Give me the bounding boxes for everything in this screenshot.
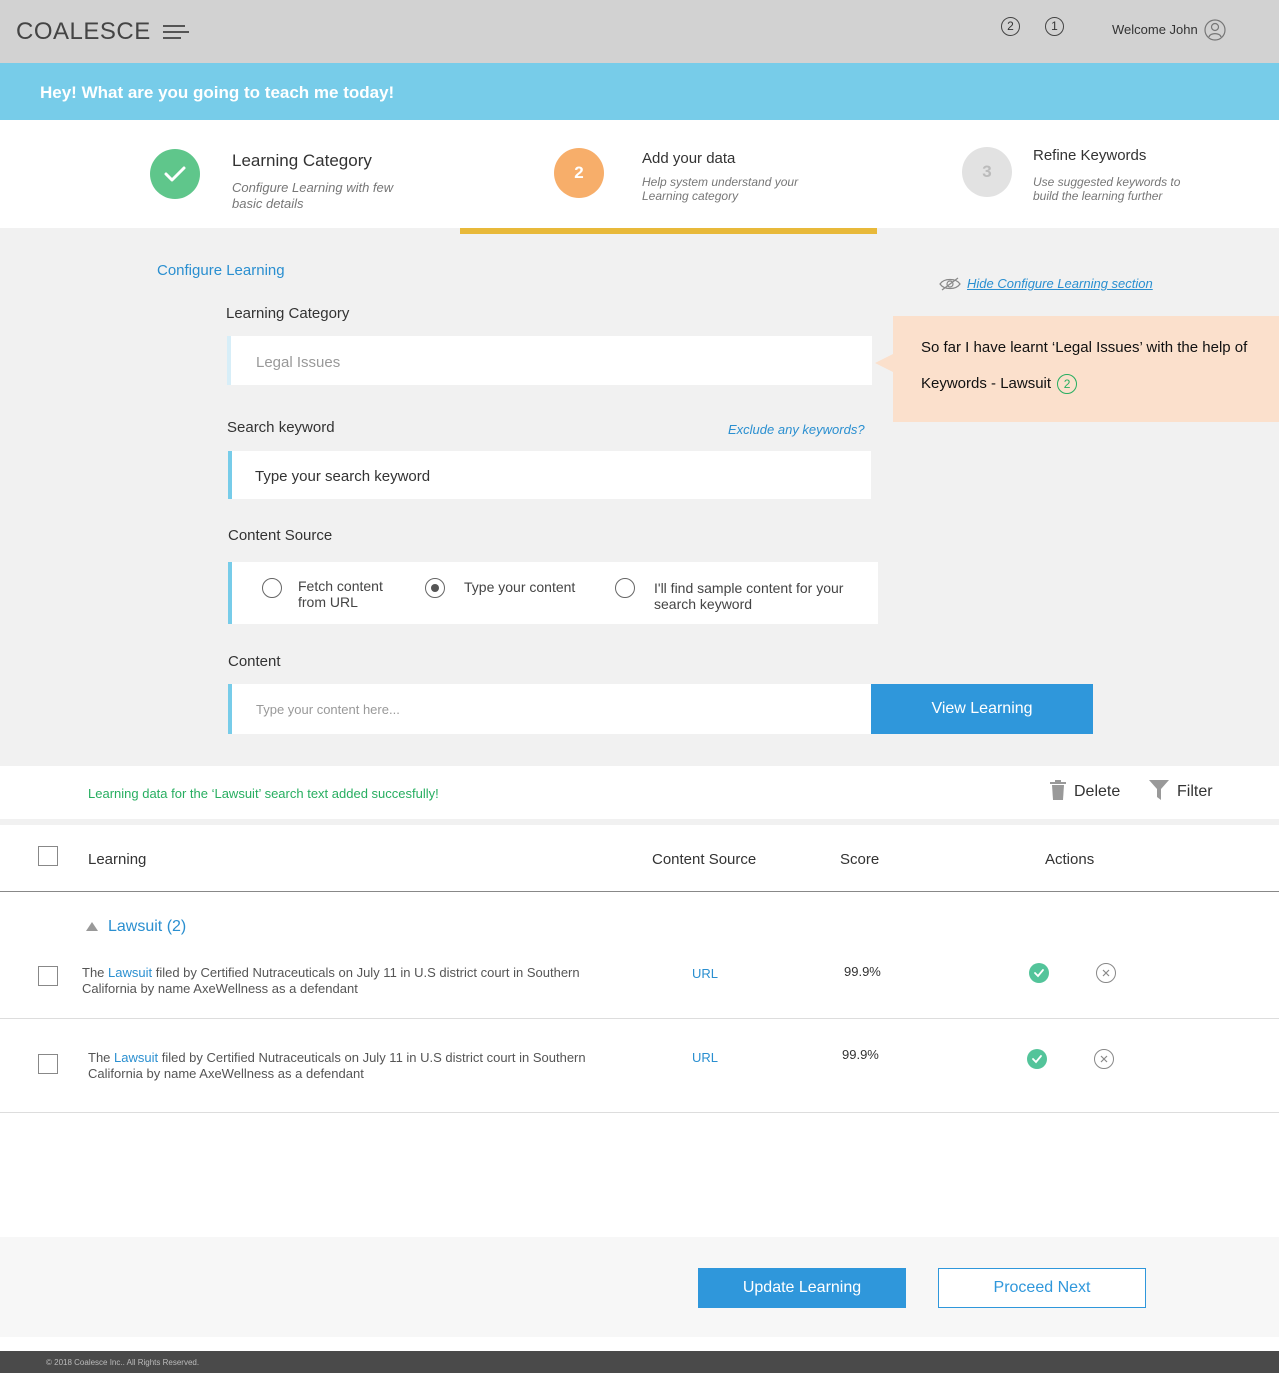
keyword-count-badge: 2 bbox=[1057, 374, 1078, 395]
step-1-done-check-icon bbox=[150, 149, 200, 199]
header-actions: Actions bbox=[1045, 851, 1095, 868]
reject-close-icon[interactable] bbox=[1094, 1049, 1114, 1069]
row-divider bbox=[0, 1018, 1279, 1019]
row-source-link[interactable]: URL bbox=[692, 966, 718, 981]
filter-button[interactable]: Filter bbox=[1149, 780, 1213, 801]
reject-close-icon[interactable] bbox=[1096, 963, 1116, 983]
hide-eye-icon[interactable] bbox=[939, 276, 961, 292]
divider bbox=[0, 819, 1279, 825]
header-score: Score bbox=[840, 851, 880, 868]
radio-type-content[interactable] bbox=[425, 578, 445, 598]
step-2-number: 2 bbox=[554, 148, 604, 198]
callout-text: So far I have learnt ‘Legal Issues’ with… bbox=[921, 330, 1276, 402]
proceed-next-button[interactable]: Proceed Next bbox=[938, 1268, 1146, 1308]
row-score: 99.9% bbox=[844, 964, 881, 979]
notification-badge-icon[interactable]: 2 bbox=[1001, 17, 1020, 36]
view-learning-button[interactable]: View Learning bbox=[871, 684, 1093, 734]
filter-funnel-icon bbox=[1149, 780, 1169, 800]
select-all-checkbox[interactable] bbox=[38, 846, 58, 866]
step-2-title: Add your data bbox=[642, 150, 736, 167]
step-3-title: Refine Keywords bbox=[1033, 147, 1147, 164]
table-header-divider bbox=[0, 891, 1279, 892]
update-learning-button[interactable]: Update Learning bbox=[698, 1268, 906, 1308]
search-keyword-placeholder: Type your search keyword bbox=[255, 468, 431, 485]
radio-fetch-url-label: Fetch content from URL bbox=[298, 578, 383, 610]
row-checkbox[interactable] bbox=[38, 966, 58, 986]
hide-configure-link[interactable]: Hide Configure Learning section bbox=[967, 276, 1153, 291]
keyword-link[interactable]: Lawsuit bbox=[108, 965, 152, 980]
step-progress-indicator bbox=[460, 228, 877, 234]
message-badge-icon[interactable]: 1 bbox=[1045, 17, 1064, 36]
app-logo[interactable]: COALESCE bbox=[16, 18, 151, 46]
header-content-source: Content Source bbox=[652, 851, 757, 868]
group-lawsuit[interactable]: Lawsuit (2) bbox=[108, 918, 186, 936]
table-row-learning-text: The Lawsuit filed by Certified Nutraceut… bbox=[82, 965, 580, 996]
radio-sample-content-label: I'll find sample content for your search … bbox=[654, 580, 844, 612]
radio-type-content-label: Type your content bbox=[464, 579, 576, 595]
exclude-keywords-link[interactable]: Exclude any keywords? bbox=[728, 422, 865, 437]
row-score: 99.9% bbox=[842, 1047, 879, 1062]
user-avatar-icon[interactable] bbox=[1204, 19, 1226, 41]
category-value: Legal Issues bbox=[256, 354, 341, 371]
configure-learning-title: Configure Learning bbox=[157, 262, 285, 279]
radio-sample-content[interactable] bbox=[615, 578, 635, 598]
row-checkbox[interactable] bbox=[38, 1054, 58, 1074]
collapse-caret-icon[interactable] bbox=[86, 922, 98, 931]
hamburger-menu-icon[interactable] bbox=[163, 25, 189, 41]
search-keyword-label: Search keyword bbox=[227, 419, 335, 436]
header-learning: Learning bbox=[88, 851, 147, 868]
success-message: Learning data for the ‘Lawsuit’ search t… bbox=[88, 786, 439, 801]
accept-check-icon[interactable] bbox=[1029, 963, 1049, 983]
keyword-link[interactable]: Lawsuit bbox=[114, 1050, 158, 1065]
top-bar bbox=[0, 0, 1279, 63]
row-divider bbox=[0, 1112, 1279, 1113]
step-2-description: Help system understand your Learning cate… bbox=[642, 175, 799, 203]
banner-text: Hey! What are you going to teach me toda… bbox=[40, 83, 395, 102]
table-row-learning-text: The Lawsuit filed by Certified Nutraceut… bbox=[88, 1050, 586, 1081]
step-1-title: Learning Category bbox=[232, 151, 372, 170]
step-3-description: Use suggested keywords to build the learn… bbox=[1033, 175, 1181, 203]
step-3-number: 3 bbox=[962, 147, 1012, 197]
row-source-link[interactable]: URL bbox=[692, 1050, 718, 1065]
copyright-text: © 2018 Coalesce Inc.. All Rights Reserve… bbox=[46, 1358, 200, 1367]
welcome-text: Welcome John bbox=[1112, 22, 1198, 37]
trash-icon bbox=[1050, 780, 1066, 800]
delete-button[interactable]: Delete bbox=[1050, 780, 1120, 801]
content-placeholder: Type your content here... bbox=[256, 702, 400, 717]
content-label: Content bbox=[228, 653, 281, 670]
accept-check-icon[interactable] bbox=[1027, 1049, 1047, 1069]
content-source-label: Content Source bbox=[228, 527, 333, 544]
step-1-description: Configure Learning with few basic details bbox=[232, 180, 394, 211]
radio-fetch-url[interactable] bbox=[262, 578, 282, 598]
callout-arrow bbox=[875, 354, 893, 372]
category-label: Learning Category bbox=[226, 305, 350, 322]
